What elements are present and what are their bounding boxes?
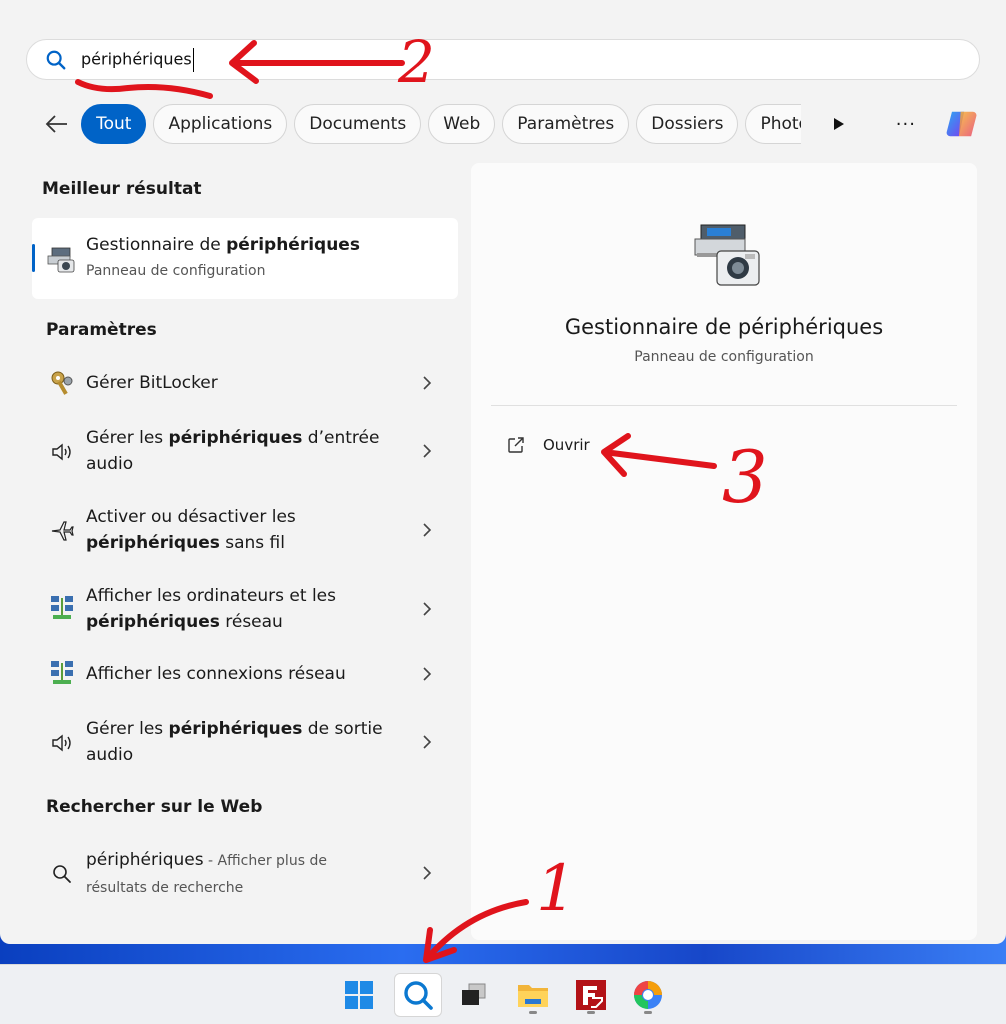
- search-icon: [46, 50, 66, 69]
- more-options-button[interactable]: ···: [895, 114, 918, 135]
- best-result-subtitle: Panneau de configuration: [86, 263, 266, 279]
- chevron-right-icon: [423, 376, 432, 390]
- preview-pane: Gestionnaire de périphériques Panneau de…: [471, 163, 977, 940]
- filezilla-button[interactable]: [567, 973, 615, 1017]
- chevron-right-icon: [423, 667, 432, 681]
- chevron-right-icon: [423, 444, 432, 458]
- play-icon: [834, 118, 845, 130]
- preview-subtitle: Panneau de configuration: [634, 349, 814, 365]
- section-best-result: Meilleur résultat: [42, 179, 202, 199]
- device-manager-icon: [694, 224, 760, 286]
- open-action[interactable]: Ouvrir: [507, 433, 590, 457]
- windows-logo-icon: [345, 981, 373, 1009]
- filter-web[interactable]: Web: [428, 104, 496, 144]
- list-item-label: Afficher les ordinateurs et les périphér…: [86, 586, 336, 632]
- list-item-label: Gérer BitLocker: [86, 373, 218, 393]
- taskbar: [0, 964, 1006, 1024]
- running-indicator: [587, 1011, 595, 1014]
- list-item[interactable]: Gérer les périphériques de sortie audio: [32, 715, 458, 771]
- list-item[interactable]: Activer ou désactiver les périphériques …: [32, 503, 458, 559]
- filezilla-icon: [576, 980, 606, 1010]
- arrow-left-icon: [45, 115, 67, 133]
- filter-parametres[interactable]: Paramètres: [502, 104, 630, 144]
- chevron-right-icon: [423, 866, 432, 880]
- list-item-label: Gérer les périphériques d’entrée audio: [86, 428, 380, 474]
- device-manager-icon: [47, 247, 75, 273]
- divider: [491, 405, 957, 406]
- network-icon: [48, 594, 76, 622]
- section-settings: Paramètres: [46, 320, 157, 340]
- text-caret: [192, 47, 194, 72]
- browser-icon: [634, 981, 662, 1009]
- list-item-label: Afficher les connexions réseau: [86, 664, 346, 684]
- open-external-icon: [508, 437, 524, 453]
- selection-indicator: [32, 244, 35, 272]
- chevron-right-icon: [423, 602, 432, 616]
- scroll-filters-button[interactable]: [826, 109, 852, 139]
- search-icon: [48, 860, 76, 888]
- web-search-label: périphériques - Afficher plus de résulta…: [86, 850, 327, 896]
- filter-tout[interactable]: Tout: [81, 104, 147, 144]
- copilot-icon[interactable]: [945, 104, 980, 144]
- preview-title: Gestionnaire de périphériques: [564, 315, 884, 339]
- best-result-title: Gestionnaire de périphériques: [86, 235, 360, 255]
- list-item[interactable]: Gérer BitLocker: [32, 368, 458, 398]
- filter-applications[interactable]: Applications: [153, 104, 288, 144]
- list-item-label: Gérer les périphériques de sortie audio: [86, 719, 383, 765]
- best-result-item[interactable]: Gestionnaire de périphériques Panneau de…: [32, 218, 458, 299]
- airplane-icon: [48, 516, 76, 544]
- filter-documents[interactable]: Documents: [294, 104, 422, 144]
- list-item[interactable]: Afficher les connexions réseau: [32, 659, 458, 689]
- filter-dossiers[interactable]: Dossiers: [636, 104, 739, 144]
- filter-bar: Tout Applications Documents Web Paramètr…: [40, 103, 980, 145]
- chevron-right-icon: [423, 735, 432, 749]
- taskbar-search-button[interactable]: [394, 973, 442, 1017]
- bitlocker-keys-icon: [48, 369, 76, 397]
- browser-button[interactable]: [624, 973, 672, 1017]
- speaker-icon: [48, 438, 76, 466]
- running-indicator: [529, 1011, 537, 1014]
- list-item[interactable]: Afficher les ordinateurs et les périphér…: [32, 582, 458, 638]
- speaker-icon: [48, 729, 76, 757]
- start-button[interactable]: [335, 973, 383, 1017]
- folder-icon: [518, 985, 548, 1007]
- list-item[interactable]: Gérer les périphériques d’entrée audio: [32, 424, 458, 480]
- search-box[interactable]: périphériques: [26, 39, 980, 80]
- filter-photos[interactable]: Photos: [745, 104, 802, 144]
- task-view-icon: [462, 983, 486, 1005]
- file-explorer-button[interactable]: [509, 973, 557, 1017]
- chevron-right-icon: [423, 523, 432, 537]
- search-panel: périphériques Tout Applications Document…: [0, 0, 1006, 944]
- list-item-label: Activer ou désactiver les périphériques …: [86, 507, 296, 553]
- open-label: Ouvrir: [543, 436, 590, 454]
- search-icon: [404, 981, 433, 1010]
- section-web-search: Rechercher sur le Web: [46, 797, 263, 817]
- web-search-item[interactable]: périphériques - Afficher plus de résulta…: [32, 846, 458, 902]
- task-view-button[interactable]: [450, 973, 498, 1017]
- network-icon: [48, 659, 76, 687]
- running-indicator: [644, 1011, 652, 1014]
- back-button[interactable]: [40, 105, 73, 143]
- search-input[interactable]: périphériques: [81, 47, 194, 72]
